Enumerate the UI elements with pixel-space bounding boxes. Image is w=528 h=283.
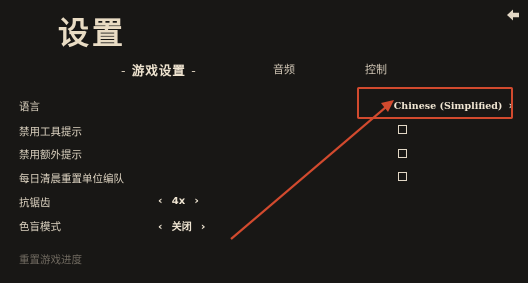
daily-reset-checkbox[interactable] <box>398 172 407 181</box>
chevron-left-icon[interactable]: ‹ <box>158 194 163 207</box>
antialiasing-value: 4x <box>171 196 186 207</box>
tab-game-settings-label: 游戏设置 <box>131 63 186 78</box>
disable-tooltips-label: 禁用工具提示 <box>19 126 82 138</box>
annotation-highlight-box <box>357 87 513 119</box>
antialiasing-selector[interactable]: ‹ 4x › <box>158 194 199 207</box>
colorblind-value: 关闭 <box>171 222 192 233</box>
disable-extra-tips-label: 禁用额外提示 <box>19 149 82 161</box>
page-title: 设置 <box>58 16 126 52</box>
disable-tooltips-checkbox[interactable] <box>398 125 407 134</box>
language-label: 语言 <box>19 101 40 113</box>
chevron-right-icon[interactable]: › <box>194 194 199 207</box>
tab-audio[interactable]: 音频 <box>273 61 295 77</box>
antialiasing-label: 抗锯齿 <box>19 197 51 209</box>
tab-game-settings[interactable]: - 游戏设置 - <box>121 60 197 79</box>
disable-extra-tips-checkbox[interactable] <box>398 149 407 158</box>
tab-controls[interactable]: 控制 <box>365 61 387 77</box>
colorblind-selector[interactable]: ‹ 关闭 › <box>158 218 205 233</box>
daily-reset-label: 每日清晨重置单位编队 <box>19 173 124 185</box>
settings-tabs: - 游戏设置 - 音频 控制 <box>0 61 528 79</box>
back-arrow-icon[interactable] <box>506 7 520 21</box>
chevron-right-icon[interactable]: › <box>201 220 206 233</box>
colorblind-label: 色盲模式 <box>19 221 61 233</box>
chevron-left-icon[interactable]: ‹ <box>158 220 163 233</box>
reset-progress-button[interactable]: 重置游戏进度 <box>19 252 82 267</box>
